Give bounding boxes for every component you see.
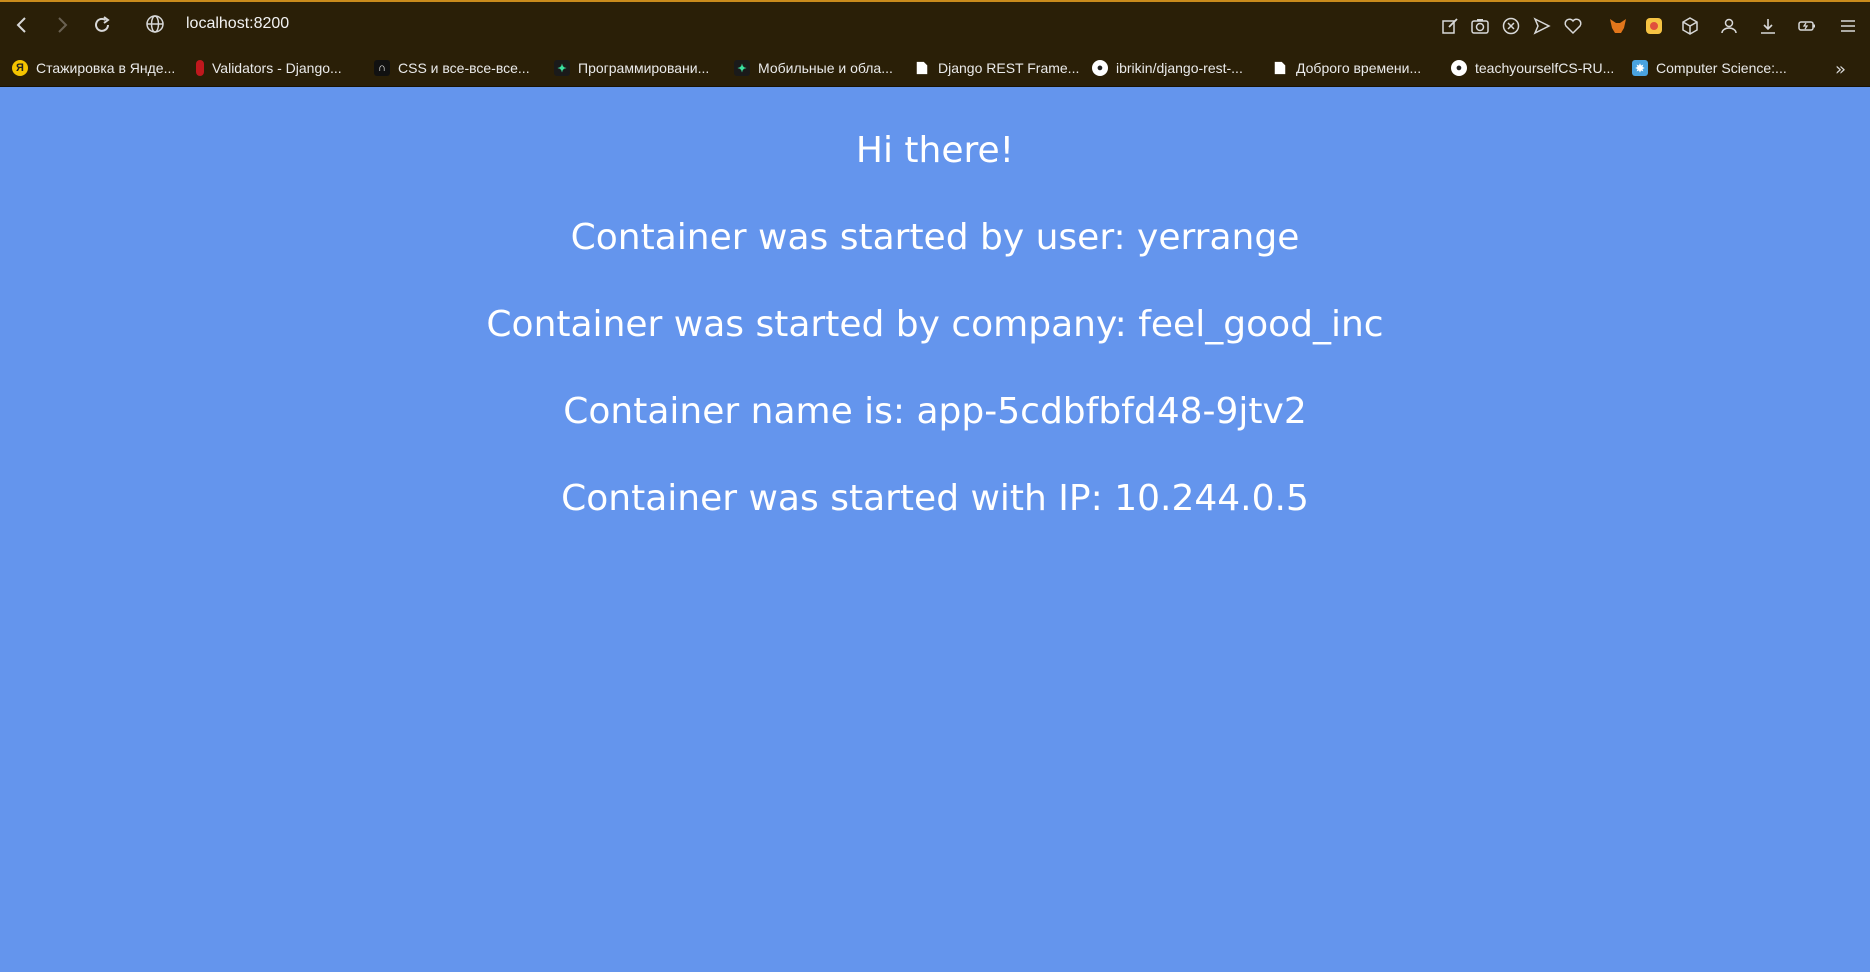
bookmarks-bar: Я Стажировка в Янде... Validators - Djan… <box>0 49 1870 87</box>
github-icon: ● <box>1451 60 1467 76</box>
metamask-extension-icon[interactable] <box>1606 14 1630 38</box>
bookmark-label: teachyourselfCS-RU... <box>1475 60 1615 76</box>
document-icon <box>1272 60 1288 76</box>
container-name-text: Container name is: app-5cdbfbfd48-9jtv2 <box>563 391 1307 432</box>
bookmark-item[interactable]: Django REST Frame... <box>914 55 1079 81</box>
cube-icon[interactable] <box>1678 14 1702 38</box>
bookmark-label: ibrikin/django-rest-... <box>1116 60 1243 76</box>
bookmark-item[interactable]: ✸ Computer Science:... <box>1632 55 1787 81</box>
bookmarks-overflow-icon[interactable]: » <box>1835 59 1846 80</box>
camera-icon[interactable] <box>1468 14 1492 38</box>
spark-icon: ✦ <box>734 60 750 76</box>
yandex-icon: Я <box>12 60 28 76</box>
menu-icon[interactable] <box>1836 14 1860 38</box>
bookmark-label: Доброго времени... <box>1296 60 1422 76</box>
globe-icon <box>145 14 167 36</box>
bookmark-item[interactable]: Я Стажировка в Янде... <box>12 55 175 81</box>
edit-icon[interactable] <box>1438 14 1462 38</box>
bookmark-item[interactable]: ● teachyourselfCS-RU... <box>1451 55 1614 81</box>
bookmark-label: Validators - Django... <box>212 60 342 76</box>
bookmark-item[interactable]: ● ibrikin/django-rest-... <box>1092 55 1243 81</box>
bookmark-label: Computer Science:... <box>1656 60 1787 76</box>
bookmark-item[interactable]: Validators - Django... <box>196 55 342 81</box>
reload-button[interactable] <box>89 12 115 38</box>
address-bar[interactable]: localhost:8200 <box>186 15 289 33</box>
battery-saver-icon[interactable] <box>1795 14 1819 38</box>
profile-icon[interactable] <box>1717 14 1741 38</box>
chevron-right-icon <box>58 17 68 33</box>
cs-icon: ✸ <box>1632 60 1648 76</box>
bookmark-item[interactable]: Доброго времени... <box>1272 55 1421 81</box>
container-ip-text: Container was started with IP: 10.244.0.… <box>561 478 1309 519</box>
user-info-text: Container was started by user: yerrange <box>570 217 1300 258</box>
bookmark-item[interactable]: ✦ Программировани... <box>554 55 709 81</box>
bookmark-label: Программировани... <box>578 60 710 76</box>
greeting-text: Hi there! <box>855 130 1015 171</box>
bookmark-label: Мобильные и обла... <box>758 60 893 76</box>
chevron-left-icon <box>16 17 26 33</box>
browser-toolbar: localhost:8200 <box>0 0 1870 49</box>
forward-button[interactable] <box>49 12 75 38</box>
download-icon[interactable] <box>1756 14 1780 38</box>
bookmark-label: Стажировка в Янде... <box>36 60 176 76</box>
bookmark-label: CSS и все-все-все... <box>398 60 530 76</box>
github-icon: ● <box>1092 60 1108 76</box>
reload-icon <box>95 16 110 32</box>
page-content: Hi there! Container was started by user:… <box>0 88 1870 972</box>
back-button[interactable] <box>9 12 35 38</box>
bookmark-label: Django REST Frame... <box>938 60 1080 76</box>
block-icon[interactable] <box>1499 14 1523 38</box>
django-icon <box>196 60 204 76</box>
company-info-text: Container was started by company: feel_g… <box>486 304 1384 345</box>
extension-icon[interactable] <box>1642 14 1666 38</box>
bookmark-item[interactable]: ✦ Мобильные и обла... <box>734 55 893 81</box>
document-icon <box>914 60 930 76</box>
habr-icon: ∩ <box>374 60 390 76</box>
send-icon[interactable] <box>1530 14 1554 38</box>
spark-icon: ✦ <box>554 60 570 76</box>
heart-icon[interactable] <box>1561 14 1585 38</box>
bookmark-item[interactable]: ∩ CSS и все-все-все... <box>374 55 530 81</box>
